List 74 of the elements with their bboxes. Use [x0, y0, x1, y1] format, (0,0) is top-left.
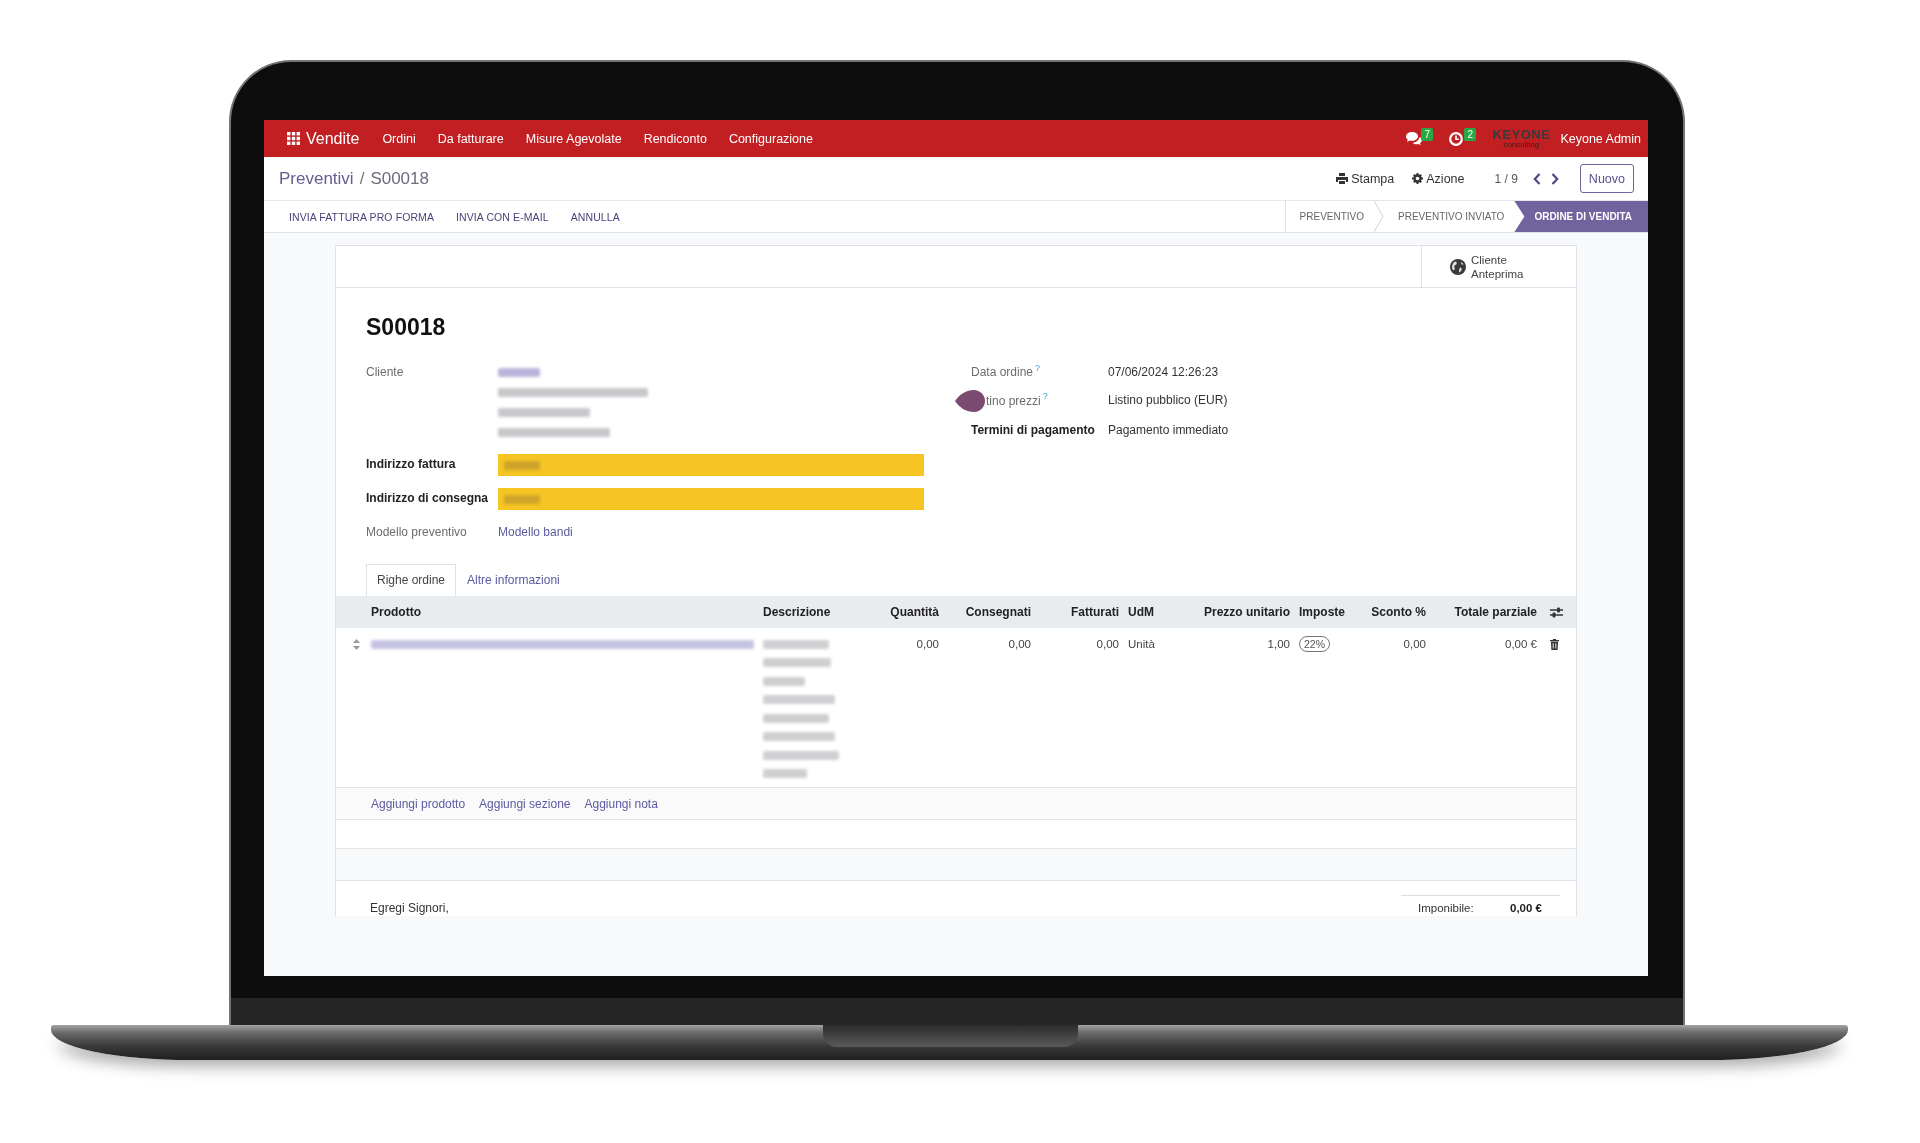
notebook-tab[interactable]: Righe ordine	[366, 564, 457, 596]
column-header: Quantità	[889, 605, 940, 619]
status-stage[interactable]: PREVENTIVO INVIATO	[1384, 201, 1515, 232]
notification-badge: 2	[1464, 127, 1477, 141]
column-header: Prodotto	[370, 605, 422, 619]
new-button[interactable]: Nuovo	[1579, 164, 1634, 193]
total-label: Imponibile:	[1418, 901, 1475, 916]
field-label: Cliente	[366, 364, 404, 381]
print-button[interactable]: Stampa	[1336, 171, 1395, 186]
pager-counter: 1 / 9	[1494, 171, 1518, 186]
trash-icon[interactable]	[1550, 639, 1559, 650]
table-cell-text: 1,00	[1266, 637, 1291, 652]
nav-menu-item[interactable]: Misure Agevolate	[514, 131, 633, 146]
header-button[interactable]: INVIA FATTURA PRO FORMA	[278, 201, 446, 232]
table-cell-text: 0,00 €	[1504, 637, 1538, 652]
sliders-icon[interactable]	[1550, 606, 1563, 618]
notification-badge: 7	[1421, 127, 1434, 141]
column-header: Descrizione	[762, 605, 832, 619]
address-field[interactable]	[498, 488, 924, 510]
clock-icon[interactable]	[1449, 131, 1464, 146]
breadcrumb-separator: /	[359, 168, 365, 189]
table-cell-text: 0,00	[1402, 637, 1427, 652]
record-title: S00018	[366, 313, 447, 342]
add-line-link[interactable]: Aggiungi sezione	[479, 796, 571, 811]
address-field[interactable]	[498, 454, 924, 476]
table-cell-text: 0,00	[1007, 637, 1032, 652]
app-name[interactable]: Vendite	[306, 129, 360, 148]
field-label: tino prezzi	[986, 393, 1041, 410]
add-line-link[interactable]: Aggiungi nota	[584, 796, 658, 811]
header-button[interactable]: ANNULLA	[559, 201, 631, 232]
field-value[interactable]: Pagamento immediato	[1108, 423, 1229, 437]
globe-icon	[1450, 258, 1466, 275]
nav-menu-item[interactable]: Ordini	[371, 131, 427, 146]
chat-bubbles-icon[interactable]	[1406, 132, 1423, 145]
total-value: 0,00 €	[1510, 901, 1543, 916]
company-logo: KEYONE consulting	[1492, 128, 1551, 149]
drag-handle-icon[interactable]	[353, 639, 360, 650]
status-stage[interactable]: PREVENTIVO	[1285, 201, 1375, 232]
note-text: Egregi Signori,	[370, 900, 449, 916]
printer-icon	[1336, 173, 1349, 184]
field-label: Data ordine	[971, 364, 1034, 381]
user-menu[interactable]: Keyone Admin	[1560, 131, 1641, 146]
field-value[interactable]: 07/06/2024 12:26:23	[1108, 365, 1219, 379]
column-header: Prezzo unitario	[1203, 605, 1291, 619]
column-header: Consegnati	[964, 605, 1032, 619]
breadcrumb-link[interactable]: Preventivi	[279, 168, 354, 189]
field-label: Termini di pagamento	[971, 422, 1095, 439]
column-header: Sconto %	[1370, 605, 1427, 619]
nav-menu-item[interactable]: Configurazione	[717, 131, 824, 146]
column-header: UdM	[1127, 605, 1155, 619]
grid-icon[interactable]	[287, 132, 300, 145]
table-cell-text: 0,00	[915, 637, 940, 652]
breadcrumb-current: S00018	[370, 168, 429, 189]
column-header: Totale parziale	[1453, 605, 1538, 619]
table-cell-text: Unità	[1127, 637, 1156, 652]
table-cell-text: 0,00	[1095, 637, 1120, 652]
field-label: Modello preventivo	[366, 524, 467, 541]
nav-menu-item[interactable]: Rendiconto	[632, 131, 718, 146]
column-header: Imposte	[1298, 605, 1346, 619]
field-link[interactable]: Modello bandi	[498, 525, 573, 539]
chevron-right-icon	[1550, 172, 1559, 185]
column-header: Fatturati	[1070, 605, 1120, 619]
action-menu-button[interactable]: Azione	[1412, 171, 1465, 186]
header-button[interactable]: INVIA CON E-MAIL	[445, 201, 560, 232]
gear-icon	[1412, 173, 1424, 184]
chevron-separator-icon	[1374, 201, 1385, 232]
nav-menu-item[interactable]: Da fatturare	[426, 131, 515, 146]
chevron-left-icon	[1532, 172, 1541, 185]
notebook-tab[interactable]: Altre informazioni	[456, 564, 571, 596]
field-label: Indirizzo fattura	[366, 456, 456, 473]
add-line-link[interactable]: Aggiungi prodotto	[371, 796, 466, 811]
field-value[interactable]: Listino pubblico (EUR)	[1108, 393, 1228, 407]
field-label: Indirizzo di consegna	[366, 490, 488, 507]
status-stage[interactable]: ORDINE DI VENDITA	[1514, 201, 1648, 232]
